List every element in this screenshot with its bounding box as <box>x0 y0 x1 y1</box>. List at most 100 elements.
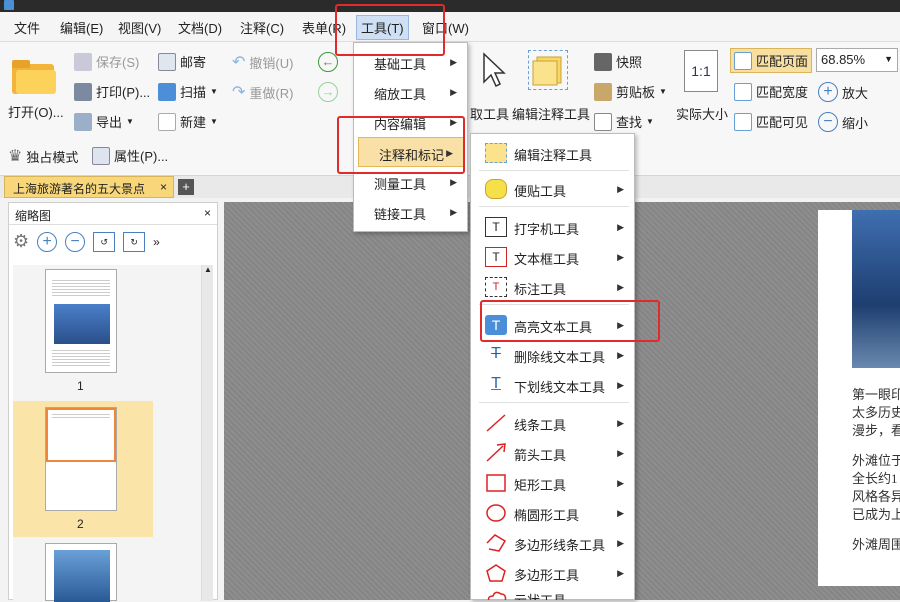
arrow-icon <box>485 443 507 463</box>
fit-visible-label: 匹配可见 <box>756 115 809 130</box>
close-icon[interactable]: × <box>204 206 211 220</box>
new-label: 新建 <box>180 115 207 130</box>
find-button[interactable]: 查找 ▼ <box>594 112 654 131</box>
select-tool-button[interactable]: 取工具 <box>470 104 509 123</box>
edit-annotation-tool-button[interactable]: 编辑注释工具 <box>512 104 590 123</box>
highlight-box-annotation-item <box>337 116 465 174</box>
thumbnail-page-1[interactable] <box>45 269 117 373</box>
thumbnail-page-2[interactable] <box>45 407 117 511</box>
zoom-out-icon[interactable]: − <box>65 231 86 252</box>
thumbnail-panel-title: 缩略图 <box>15 209 52 223</box>
export-icon <box>74 112 92 131</box>
chevron-down-icon[interactable]: ▼ <box>884 54 893 64</box>
menu-item-arrow-tool[interactable]: 箭头工具 ▶ <box>471 438 634 468</box>
close-icon[interactable]: × <box>160 180 167 194</box>
find-icon <box>594 112 612 131</box>
scan-button[interactable]: 扫描 ▼ <box>158 82 218 101</box>
save-label: 保存(S) <box>96 55 140 70</box>
menu-separator <box>479 402 629 403</box>
menu-item-link-tools[interactable]: 链接工具 ▶ <box>354 197 467 227</box>
menu-item-typewriter-tool[interactable]: T 打字机工具 ▶ <box>471 212 634 242</box>
properties-icon <box>92 146 110 165</box>
scroll-up-icon[interactable]: ▲ <box>204 265 212 274</box>
forward-button[interactable]: → <box>318 82 338 102</box>
open-button[interactable]: 打开(O)... <box>8 102 64 121</box>
zoom-out-button[interactable]: − 缩小 <box>818 112 868 132</box>
fit-width-label: 匹配宽度 <box>756 85 809 100</box>
actual-size-button[interactable]: 实际大小 <box>676 104 728 123</box>
menu-view[interactable]: 视图(V) <box>118 18 161 37</box>
zoom-in-icon[interactable]: + <box>37 231 58 252</box>
zoom-input[interactable]: 68.85% ▼ <box>816 48 898 72</box>
new-button[interactable]: 新建 ▼ <box>158 112 218 131</box>
submenu-arrow-icon: ▶ <box>617 568 624 578</box>
menu-item-label: 缩放工具 <box>374 87 427 102</box>
zoom-in-button[interactable]: + 放大 <box>818 82 868 102</box>
menu-separator <box>479 206 629 207</box>
print-button[interactable]: 打印(P)... <box>74 82 150 101</box>
clipboard-button[interactable]: 剪贴板 ▼ <box>594 82 667 101</box>
menu-item-underline-tool[interactable]: T 下划线文本工具 ▶ <box>471 370 634 400</box>
menu-file[interactable]: 文件 <box>14 18 40 37</box>
page-text-line: 第一眼印 <box>852 387 900 402</box>
properties-button[interactable]: 属性(P)... <box>92 146 168 165</box>
export-button[interactable]: 导出 ▼ <box>74 112 134 131</box>
fit-visible-button[interactable]: 匹配可见 <box>734 112 808 131</box>
menu-item-callout-tool[interactable]: T 标注工具 ▶ <box>471 272 634 302</box>
rotate-right-icon[interactable]: ↻ <box>123 231 146 252</box>
chevron-down-icon: ▼ <box>210 117 218 126</box>
clipboard-label: 剪贴板 <box>616 85 656 100</box>
more-icon[interactable]: » <box>153 235 160 249</box>
exclusive-mode-button[interactable]: ♛ 独占模式 <box>8 146 78 166</box>
menu-item-strikethrough-tool[interactable]: T 删除线文本工具 ▶ <box>471 340 634 370</box>
save-button[interactable]: 保存(S) <box>74 52 139 71</box>
thumbnail-page-3[interactable] <box>45 543 117 602</box>
actual-size-icon: 1:1 <box>684 50 718 92</box>
chevron-down-icon: ▼ <box>126 117 134 126</box>
rectangle-icon <box>485 473 507 493</box>
submenu-arrow-icon: ▶ <box>617 448 624 458</box>
mail-button[interactable]: 邮寄 <box>158 52 206 71</box>
polyline-icon <box>485 533 507 553</box>
undo-icon: ↶ <box>232 54 246 71</box>
highlight-box-highlight-text-tool <box>480 300 660 342</box>
menu-item-zoom-tools[interactable]: 缩放工具 ▶ <box>354 77 467 107</box>
select-tool-label: 取工具 <box>470 107 510 122</box>
undo-label: 撤销(U) <box>249 55 294 71</box>
menu-item-label: 链接工具 <box>374 207 427 222</box>
menu-item-sticky-note-tool[interactable]: 便贴工具 ▶ <box>471 174 634 204</box>
menu-document[interactable]: 文档(D) <box>178 18 222 37</box>
menu-item-polyline-tool[interactable]: 多边形线条工具 ▶ <box>471 528 634 558</box>
new-tab-button[interactable]: + <box>178 179 194 195</box>
menu-item-ellipse-tool[interactable]: 椭圆形工具 ▶ <box>471 498 634 528</box>
cloud-icon <box>485 588 507 600</box>
strikethrough-icon: T <box>491 345 501 362</box>
menu-item-label: 标注工具 <box>514 282 567 297</box>
menu-item-label: 椭圆形工具 <box>514 508 580 523</box>
actual-size-label: 实际大小 <box>676 107 729 122</box>
document-tab[interactable]: 上海旅游著名的五大景点 × <box>4 176 174 198</box>
redo-button[interactable]: ↷ 重做(R) <box>232 82 293 102</box>
menu-item-textbox-tool[interactable]: T 文本框工具 ▶ <box>471 242 634 272</box>
polygon-icon <box>485 563 507 583</box>
menu-item-rectangle-tool[interactable]: 矩形工具 ▶ <box>471 468 634 498</box>
menu-item-polygon-tool[interactable]: 多边形工具 ▶ <box>471 558 634 588</box>
menu-item-edit-annotation-tool[interactable]: 编辑注释工具 <box>471 138 634 168</box>
submenu-arrow-icon: ▶ <box>617 418 624 428</box>
submenu-arrow-icon: ▶ <box>617 282 624 292</box>
menu-comment[interactable]: 注释(C) <box>240 18 284 37</box>
menu-edit[interactable]: 编辑(E) <box>60 18 103 37</box>
callout-icon: T <box>485 277 507 297</box>
rotate-left-icon[interactable]: ↺ <box>93 231 116 252</box>
thumbnail-scrollbar[interactable]: ▲ <box>201 265 213 601</box>
redo-icon: ↷ <box>232 84 246 101</box>
menu-item-label: 云状工具 <box>514 590 566 600</box>
snapshot-button[interactable]: 快照 <box>594 52 642 71</box>
fit-width-button[interactable]: 匹配宽度 <box>734 82 808 101</box>
undo-button[interactable]: ↶ 撤销(U) <box>232 52 293 72</box>
menu-item-line-tool[interactable]: 线条工具 ▶ <box>471 408 634 438</box>
gear-icon[interactable]: ⚙ <box>13 231 29 252</box>
menu-item-cloud-tool[interactable]: 云状工具 <box>471 586 634 600</box>
fit-page-button[interactable]: 匹配页面 <box>730 48 813 73</box>
exclusive-label: 独占模式 <box>26 149 79 165</box>
